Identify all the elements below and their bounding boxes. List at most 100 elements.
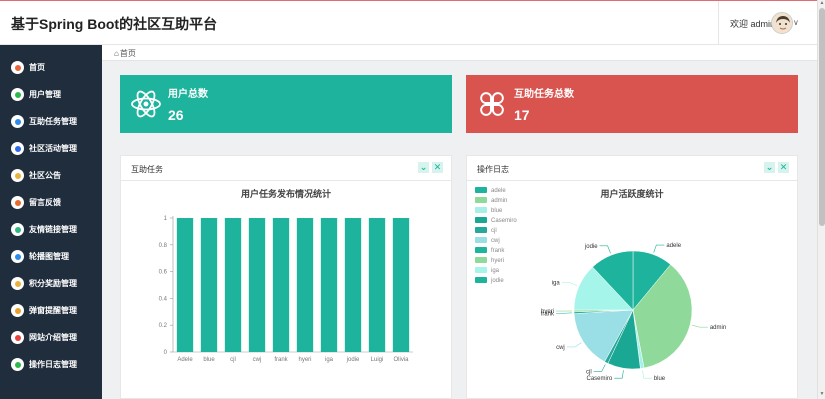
pie-label: hyeri: [541, 309, 554, 315]
sidebar-item-task[interactable]: 互助任务管理: [0, 108, 102, 135]
legend-label[interactable]: adele: [491, 188, 506, 194]
legend-swatch[interactable]: [475, 267, 487, 273]
scrollbar[interactable]: ▲ ▼: [817, 0, 825, 399]
legend-swatch[interactable]: [475, 247, 487, 253]
sidebar-item-label: 社区活动管理: [29, 144, 77, 153]
site-icon: [11, 331, 24, 344]
bar[interactable]: [224, 218, 242, 352]
scroll-down-arrow-icon[interactable]: ▼: [818, 391, 825, 397]
clover-icon: [480, 92, 504, 116]
sidebar-item-label: 轮播图管理: [29, 252, 69, 261]
scroll-thumb[interactable]: [819, 8, 825, 226]
pie-leader-line: [599, 245, 611, 254]
legend-label[interactable]: frank: [491, 248, 505, 254]
sidebar-item-label: 积分奖励管理: [29, 279, 77, 288]
sidebar-item-label: 友情链接管理: [29, 225, 77, 234]
collapse-chevron-down-icon[interactable]: ⌄: [764, 162, 775, 173]
header-divider: [718, 1, 719, 45]
bar[interactable]: [296, 218, 314, 352]
sidebar-item-popup[interactable]: 弹窗提醒管理: [0, 297, 102, 324]
pie-leader-line: [561, 282, 578, 287]
legend-label[interactable]: cwj: [491, 238, 500, 244]
bar[interactable]: [368, 218, 386, 352]
sidebar-item-label: 首页: [29, 63, 45, 72]
legend-swatch[interactable]: [475, 187, 487, 193]
pie-label: cwj: [556, 345, 565, 351]
sidebar-item-link[interactable]: 友情链接管理: [0, 216, 102, 243]
legend-swatch[interactable]: [475, 227, 487, 233]
pie-label: blue: [654, 376, 666, 382]
x-tick-label: Luigi: [371, 357, 384, 363]
collapse-chevron-down-icon[interactable]: ⌄: [418, 162, 429, 173]
bar[interactable]: [176, 218, 194, 352]
carousel-icon: [11, 250, 24, 263]
legend-label[interactable]: iga: [491, 268, 500, 274]
link-icon: [11, 223, 24, 236]
y-tick-label: 0: [164, 350, 168, 356]
y-tick-label: 0.4: [159, 296, 168, 302]
bar[interactable]: [272, 218, 290, 352]
legend-swatch[interactable]: [475, 217, 487, 223]
sidebar-item-home[interactable]: 首页: [0, 54, 102, 81]
legend-label[interactable]: jodie: [490, 278, 504, 284]
sidebar-item-points[interactable]: 积分奖励管理: [0, 270, 102, 297]
user-menu-chevron-down-icon[interactable]: ∨: [793, 18, 799, 27]
log-panel-header: 操作日志 ⌄ ✕: [467, 156, 797, 181]
avatar[interactable]: [771, 12, 793, 34]
legend-swatch[interactable]: [475, 277, 487, 283]
sidebar-item-user[interactable]: 用户管理: [0, 81, 102, 108]
atom-icon: [131, 90, 161, 118]
pie-leader-line: [642, 370, 652, 379]
task-panel-header: 互助任务 ⌄ ✕: [121, 156, 451, 181]
breadcrumb[interactable]: ⌂首页: [114, 48, 136, 59]
sidebar-item-site[interactable]: 网站介绍管理: [0, 324, 102, 351]
message-icon: [11, 196, 24, 209]
task-count-value: 17: [514, 107, 530, 123]
x-tick-label: iga: [325, 357, 334, 363]
bar[interactable]: [248, 218, 266, 352]
scroll-up-arrow-icon[interactable]: ▲: [818, 0, 825, 6]
x-tick-label: cwj: [253, 357, 262, 363]
breadcrumb-home[interactable]: 首页: [120, 49, 136, 58]
legend-label[interactable]: admin: [491, 198, 507, 204]
pie-leader-line: [566, 342, 582, 348]
legend-swatch[interactable]: [475, 257, 487, 263]
close-icon[interactable]: ✕: [432, 162, 443, 173]
y-tick-label: 0.6: [159, 270, 168, 276]
log-panel-title: 操作日志: [477, 165, 509, 174]
pie-label: adele: [666, 243, 681, 249]
y-tick-label: 0.2: [159, 323, 168, 329]
task-panel: 互助任务 ⌄ ✕ 用户任务发布情况统计 0 0.2 0.4 0.6 0.8 1 Adele b…: [120, 155, 452, 399]
x-tick-label: blue: [203, 357, 215, 363]
x-tick-label: jodie: [346, 357, 360, 363]
user-count-label: 用户总数: [168, 89, 208, 100]
breadcrumb-bar: ⌂首页: [102, 45, 817, 61]
pie-leader-line: [593, 364, 606, 372]
legend-swatch[interactable]: [475, 237, 487, 243]
legend-label[interactable]: hyeri: [491, 258, 504, 264]
user-count-card: 用户总数 26: [120, 75, 452, 133]
bar[interactable]: [392, 218, 410, 352]
bar[interactable]: [344, 218, 362, 352]
log-panel: 操作日志 ⌄ ✕ 用户活跃度统计 adele admin blue Casemiro c…: [466, 155, 798, 399]
bar[interactable]: [320, 218, 338, 352]
x-tick-label: cjl: [230, 357, 236, 363]
sidebar-item-log[interactable]: 操作日志管理: [0, 351, 102, 378]
drop-icon: [11, 142, 24, 155]
avatar-icon: [772, 13, 792, 33]
close-icon[interactable]: ✕: [778, 162, 789, 173]
legend-label[interactable]: blue: [491, 208, 503, 214]
pie-label: cjl: [586, 369, 592, 375]
legend-swatch[interactable]: [475, 207, 487, 213]
pie-chart: adele admin blue Casemiro cjl cwj frank hyeri ig…: [475, 187, 726, 382]
pie-leader-line: [614, 370, 624, 379]
sidebar-item-drop[interactable]: 社区活动管理: [0, 135, 102, 162]
sidebar-item-message[interactable]: 留言反馈: [0, 189, 102, 216]
sidebar-item-label: 操作日志管理: [29, 360, 77, 369]
legend-label[interactable]: cjl: [491, 228, 497, 234]
legend-swatch[interactable]: [475, 197, 487, 203]
bar[interactable]: [200, 218, 218, 352]
sidebar-item-carousel[interactable]: 轮播图管理: [0, 243, 102, 270]
legend-label[interactable]: Casemiro: [491, 218, 517, 224]
sidebar-item-notice[interactable]: 社区公告: [0, 162, 102, 189]
